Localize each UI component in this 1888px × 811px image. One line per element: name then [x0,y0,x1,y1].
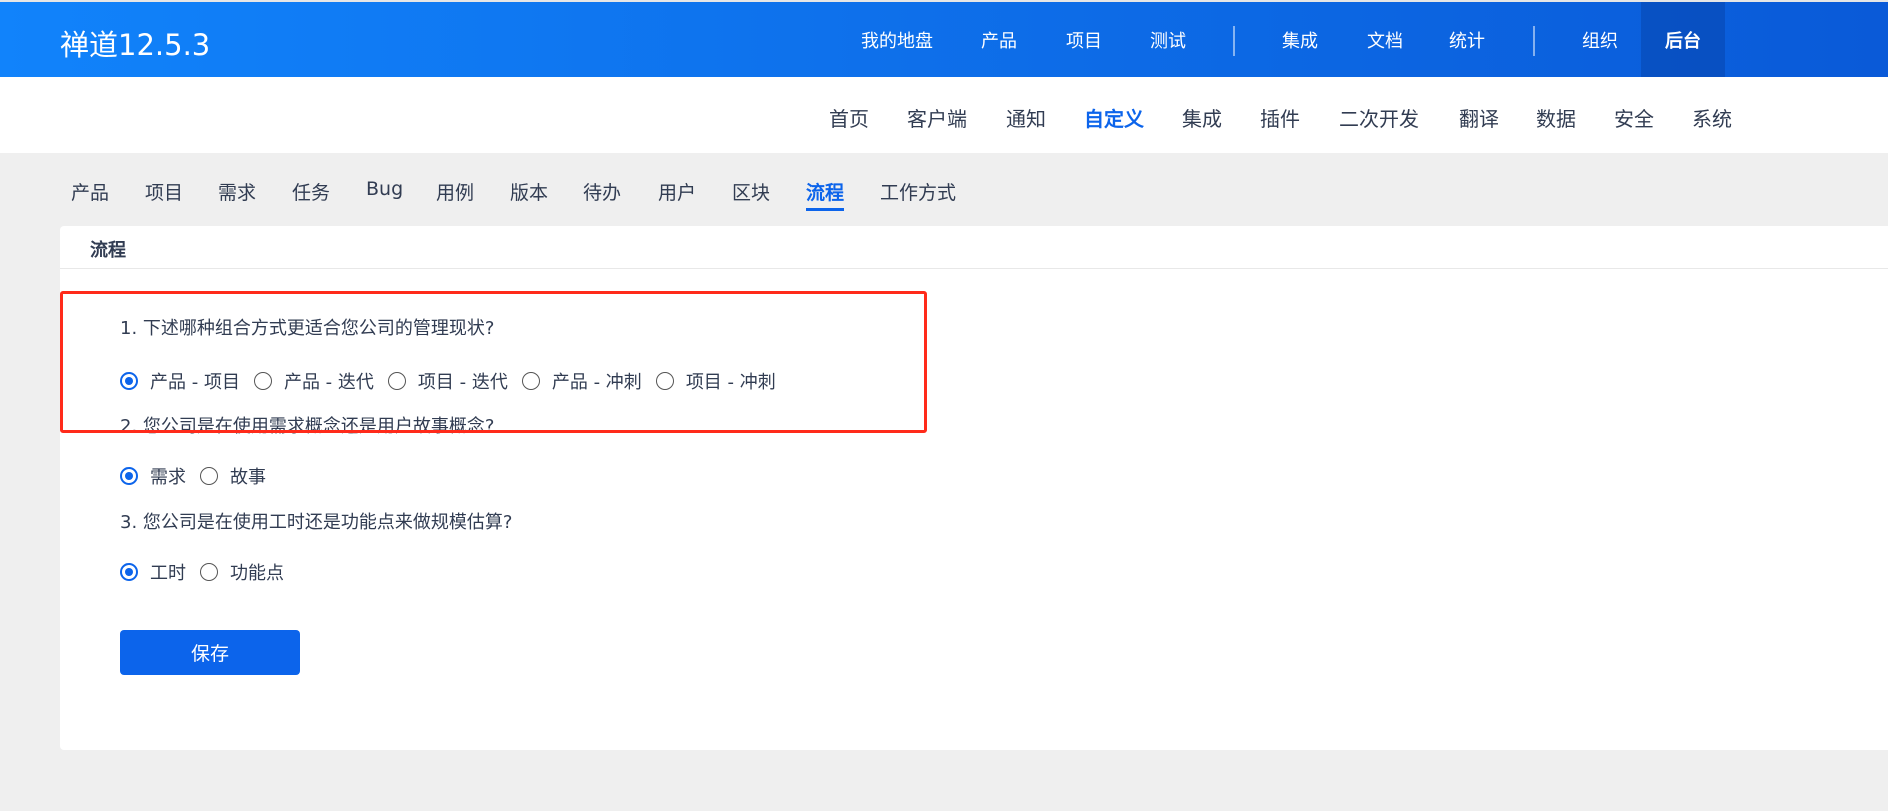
subnav-item[interactable]: 客户端 [907,103,967,132]
radio-label: 功能点 [230,563,284,584]
tab-item[interactable]: Bug [366,178,403,200]
tab-item[interactable]: 产品 [71,178,109,205]
subnav-item[interactable]: 自定义 [1084,103,1144,132]
radio-label: 故事 [230,467,266,488]
tab-item[interactable]: 流程 [806,178,845,211]
topnav-item[interactable]: 产品 [981,27,1017,53]
tab-item[interactable]: 用户 [658,178,696,205]
subnav-item[interactable]: 集成 [1182,103,1222,132]
admin-subnav: 首页 客户端 通知 自定义 集成 插件 二次开发 翻译 数据 安全 系统 [0,77,1888,153]
subnav-item[interactable]: 通知 [1006,103,1046,132]
radio-label: 需求 [150,467,186,488]
radio-button[interactable] [200,467,218,485]
subnav-item[interactable]: 首页 [829,103,869,132]
tab-item[interactable]: 区块 [732,178,770,205]
tab-item[interactable]: 工作方式 [880,178,956,205]
top-navbar: 禅道12.5.3 我的地盘 产品 项目 测试 集成 文档 统计 组织 后台 [0,0,1888,77]
subnav-item[interactable]: 数据 [1536,103,1576,132]
highlight-box [60,291,927,433]
question-text: 3. 您公司是在使用工时还是功能点来做规模估算? [120,512,513,533]
radio-option[interactable]: 功能点 [200,559,284,585]
subnav-item[interactable]: 插件 [1260,103,1300,132]
radio-label: 工时 [150,563,186,584]
subnav-item[interactable]: 系统 [1692,103,1732,132]
topnav-item[interactable]: 统计 [1449,27,1485,53]
topnav-item[interactable]: 集成 [1282,27,1318,53]
topnav-item[interactable]: 后台 [1665,27,1701,53]
radio-group: 需求 故事 [120,463,280,489]
radio-button[interactable] [120,467,138,485]
tab-item[interactable]: 需求 [218,178,256,205]
subnav-item[interactable]: 安全 [1614,103,1654,132]
app-logo: 禅道12.5.3 [60,28,211,62]
save-button[interactable]: 保存 [120,630,300,675]
radio-group: 工时 功能点 [120,559,298,585]
panel-title: 流程 [90,240,126,261]
topnav-item[interactable]: 测试 [1150,27,1186,53]
topnav-item[interactable]: 我的地盘 [861,27,933,53]
tab-item[interactable]: 任务 [292,178,330,205]
radio-button[interactable] [120,563,138,581]
radio-option[interactable]: 故事 [200,463,266,489]
tab-item[interactable]: 版本 [510,178,548,205]
tab-item[interactable]: 项目 [145,178,183,205]
radio-button[interactable] [200,563,218,581]
subnav-item[interactable]: 翻译 [1459,103,1499,132]
nav-divider [1533,26,1535,56]
divider [60,268,1888,269]
radio-option[interactable]: 需求 [120,463,186,489]
radio-option[interactable]: 工时 [120,559,186,585]
tab-item[interactable]: 用例 [436,178,474,205]
topnav-item[interactable]: 组织 [1582,27,1618,53]
topnav-item[interactable]: 项目 [1066,27,1102,53]
nav-divider [1233,26,1235,56]
subnav-item[interactable]: 二次开发 [1339,103,1419,132]
topnav-item[interactable]: 文档 [1367,27,1403,53]
tab-item[interactable]: 待办 [583,178,621,205]
